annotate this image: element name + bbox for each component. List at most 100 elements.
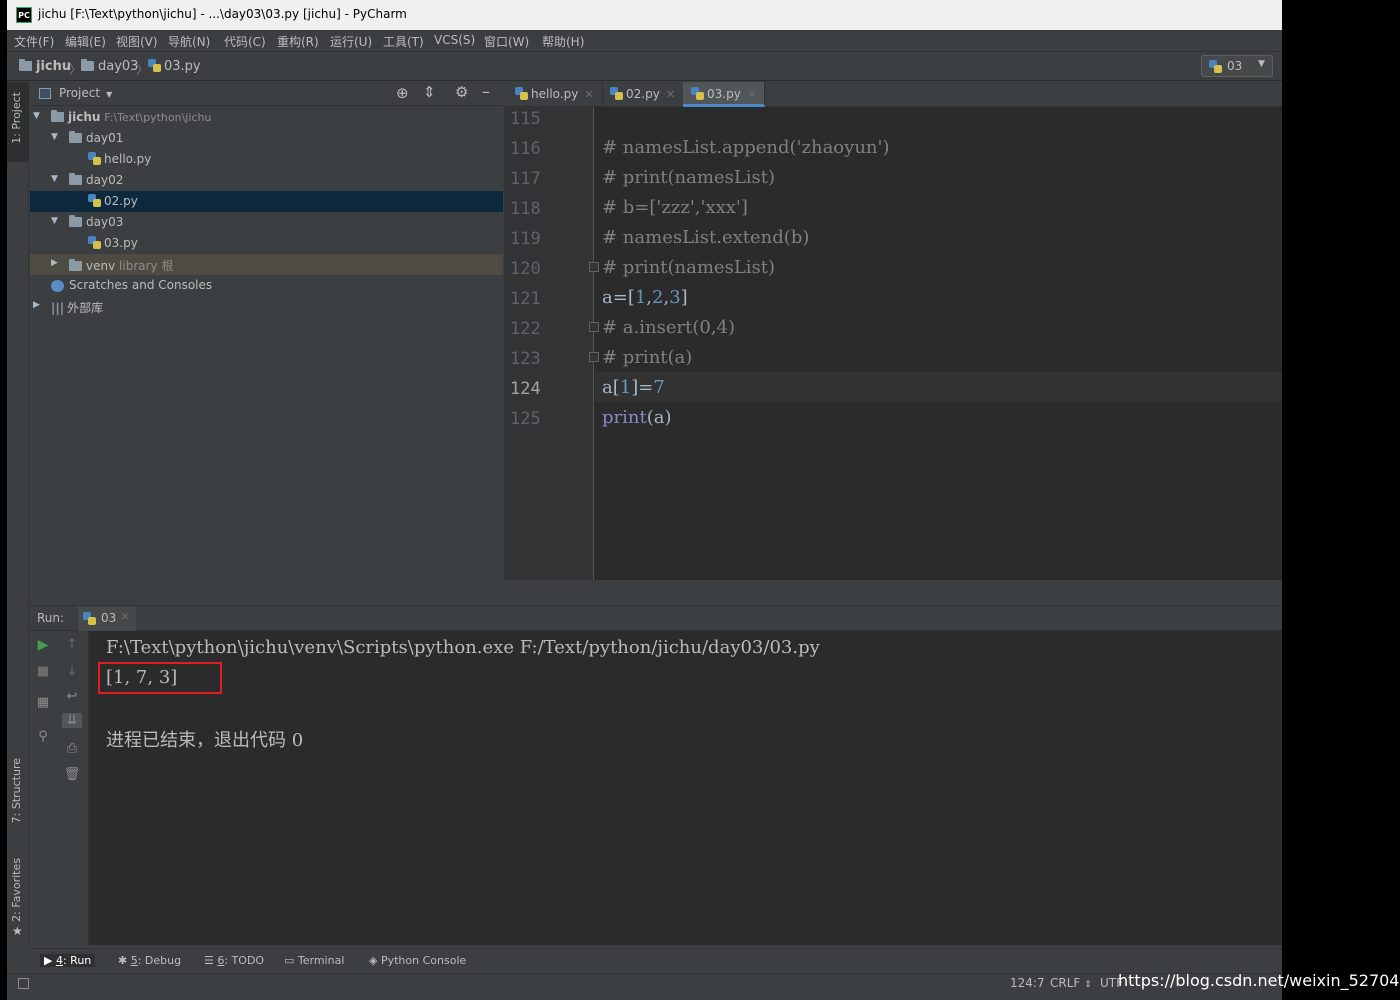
stop-icon[interactable]: ■ bbox=[33, 664, 53, 679]
console-command-line: F:\Text\python\jichu\venv\Scripts\python… bbox=[106, 637, 820, 658]
line-separator[interactable]: CRLF ⇕ bbox=[1050, 976, 1092, 990]
menu-refactor[interactable]: 重构(R) bbox=[277, 33, 319, 50]
tool-windows-icon[interactable] bbox=[18, 978, 29, 989]
menu-code[interactable]: 代码(C) bbox=[224, 33, 266, 50]
close-icon[interactable]: ✕ bbox=[666, 88, 675, 101]
close-icon[interactable]: ✕ bbox=[121, 612, 129, 623]
python-console-icon: ◈ bbox=[369, 954, 381, 967]
expand-arrow-icon[interactable]: ▶ bbox=[51, 258, 58, 268]
menu-window[interactable]: 窗口(W) bbox=[484, 33, 529, 50]
run-console[interactable]: F:\Text\python\jichu\venv\Scripts\python… bbox=[89, 631, 1282, 945]
expand-arrow-icon[interactable]: ▼ bbox=[51, 216, 58, 226]
collapse-all-icon[interactable]: ⇕ bbox=[423, 83, 436, 101]
line-number: 120 bbox=[510, 259, 541, 279]
menu-edit[interactable]: 编辑(E) bbox=[65, 33, 106, 50]
pin-icon[interactable]: ⚲ bbox=[33, 729, 53, 744]
soft-wrap-icon[interactable]: ↩ bbox=[62, 689, 82, 704]
tree-item-02-py[interactable]: 02.py bbox=[30, 191, 503, 212]
tree-item-day01[interactable]: ▼ day01 bbox=[30, 128, 503, 149]
bottom-tool-tabs: ▶ 4: Run ✱ 5: Debug ☰ 6: TODO ▭ Terminal… bbox=[30, 948, 1282, 973]
python-icon bbox=[1209, 60, 1222, 73]
breadcrumb-root[interactable]: jichu bbox=[19, 59, 71, 74]
tree-item-hello-py[interactable]: hello.py bbox=[30, 149, 503, 170]
tree-item-03-py[interactable]: 03.py bbox=[30, 233, 503, 254]
python-file-icon bbox=[148, 59, 161, 72]
menu-view[interactable]: 视图(V) bbox=[116, 33, 158, 50]
caret-position[interactable]: 124:7 bbox=[1010, 976, 1045, 990]
menu-vcs[interactable]: VCS(S) bbox=[434, 33, 475, 47]
menu-tools[interactable]: 工具(T) bbox=[383, 33, 424, 50]
run-configuration-dropdown[interactable]: 03 ▼ bbox=[1201, 55, 1273, 77]
menu-file[interactable]: 文件(F) bbox=[14, 33, 54, 50]
bottom-tab-todo[interactable]: ☰ 6: TODO bbox=[204, 954, 264, 967]
bottom-tab-debug[interactable]: ✱ 5: Debug bbox=[118, 954, 181, 967]
chevron-down-icon: ▼ bbox=[106, 90, 113, 99]
layout-icon[interactable]: ▦ bbox=[33, 695, 53, 710]
menu-run[interactable]: 运行(U) bbox=[330, 33, 372, 50]
project-view-selector[interactable]: Project ▼ bbox=[59, 86, 112, 100]
code-line: a=[1,2,3] bbox=[602, 287, 688, 308]
run-tab-03[interactable]: 03 ✕ bbox=[78, 606, 136, 631]
print-icon[interactable]: ⎙ bbox=[62, 741, 82, 756]
close-icon[interactable]: ✕ bbox=[584, 88, 593, 101]
close-icon[interactable]: ✕ bbox=[747, 88, 756, 101]
tree-item-venv[interactable]: ▶ venv library 根 bbox=[30, 254, 503, 275]
project-view-icon bbox=[39, 88, 51, 99]
code-line: # print(namesList) bbox=[602, 167, 776, 188]
gear-icon[interactable]: ⚙ bbox=[455, 83, 468, 101]
bottom-tab-python-console[interactable]: ◈ Python Console bbox=[369, 954, 466, 967]
tab-hello-py[interactable]: hello.py ✕ bbox=[507, 82, 603, 107]
code-line: # a.insert(0,4) bbox=[602, 317, 736, 338]
folder-icon bbox=[69, 215, 82, 227]
expand-arrow-icon[interactable]: ▶ bbox=[33, 300, 40, 310]
breadcrumb-file[interactable]: 03.py bbox=[148, 59, 201, 74]
library-icon: ||| bbox=[51, 301, 65, 315]
tree-item-external-libraries[interactable]: ▶ ||| 外部库 bbox=[30, 296, 503, 317]
expand-arrow-icon[interactable]: ▼ bbox=[51, 132, 58, 142]
fold-marker-icon[interactable] bbox=[589, 262, 599, 272]
project-tool-tab[interactable]: 1: Project bbox=[7, 82, 29, 162]
menu-bar: 文件(F) 编辑(E) 视图(V) 导航(N) 代码(C) 重构(R) 运行(U… bbox=[7, 30, 1282, 52]
tree-item-scratches[interactable]: Scratches and Consoles bbox=[30, 275, 503, 296]
rerun-icon[interactable]: ▶ bbox=[33, 637, 53, 653]
tab-03-py[interactable]: 03.py ✕ bbox=[683, 82, 766, 107]
library-root-label: library 根 bbox=[119, 259, 174, 273]
tree-item-day03[interactable]: ▼ day03 bbox=[30, 212, 503, 233]
arrow-up-icon[interactable]: ↑ bbox=[62, 637, 82, 652]
arrow-down-icon[interactable]: ↓ bbox=[62, 664, 82, 679]
watermark-url: https://blog.csdn.net/weixin_52704021 bbox=[1118, 971, 1400, 990]
code-line: # namesList.append('zhaoyun') bbox=[602, 137, 890, 158]
expand-arrow-icon[interactable]: ▼ bbox=[51, 174, 58, 184]
fold-marker-icon[interactable] bbox=[589, 352, 599, 362]
expand-arrow-icon[interactable]: ▼ bbox=[33, 111, 40, 121]
project-panel: Project ▼ ⊕ ⇕ ⚙ – ▼ jichu F:\Text\python\… bbox=[30, 82, 503, 604]
menu-help[interactable]: 帮助(H) bbox=[542, 33, 584, 50]
list-icon: ☰ bbox=[204, 954, 218, 967]
folder-icon bbox=[69, 173, 82, 185]
locate-icon[interactable]: ⊕ bbox=[396, 84, 409, 102]
bottom-tab-terminal[interactable]: ▭ Terminal bbox=[284, 954, 344, 967]
line-number: 118 bbox=[510, 199, 541, 219]
run-panel-label: Run: bbox=[37, 611, 65, 625]
code-editor[interactable]: 115 116 117 118 119 120 121 122 123 124 … bbox=[504, 107, 1282, 580]
highlight-box bbox=[98, 662, 222, 694]
minimize-icon[interactable]: – bbox=[482, 82, 490, 101]
trash-icon[interactable]: 🗑 bbox=[62, 767, 82, 782]
tree-item-day02[interactable]: ▼ day02 bbox=[30, 170, 503, 191]
code-line: # print(namesList) bbox=[602, 257, 776, 278]
fold-marker-icon[interactable] bbox=[589, 322, 599, 332]
scroll-to-end-icon[interactable]: ⇊ bbox=[62, 713, 82, 728]
line-number: 117 bbox=[510, 169, 541, 189]
structure-tool-tab[interactable]: 7: Structure bbox=[7, 758, 29, 838]
title-bar: PC jichu [F:\Text\python\jichu] - ...\da… bbox=[7, 0, 1282, 30]
python-icon bbox=[83, 612, 96, 625]
menu-navigate[interactable]: 导航(N) bbox=[168, 33, 210, 50]
code-line: # namesList.extend(b) bbox=[602, 227, 810, 248]
breadcrumb-folder[interactable]: day03 bbox=[81, 59, 138, 74]
tree-item-jichu[interactable]: ▼ jichu F:\Text\python\jichu bbox=[30, 107, 503, 128]
tab-02-py[interactable]: 02.py ✕ bbox=[602, 82, 685, 107]
python-file-icon bbox=[88, 236, 101, 249]
navigation-bar: jichu 〉 day03 〉 03.py bbox=[7, 53, 1282, 81]
bottom-tab-run[interactable]: ▶ 4: Run bbox=[40, 954, 96, 967]
favorites-tool-tab[interactable]: 2: Favorites ★ bbox=[7, 858, 29, 944]
